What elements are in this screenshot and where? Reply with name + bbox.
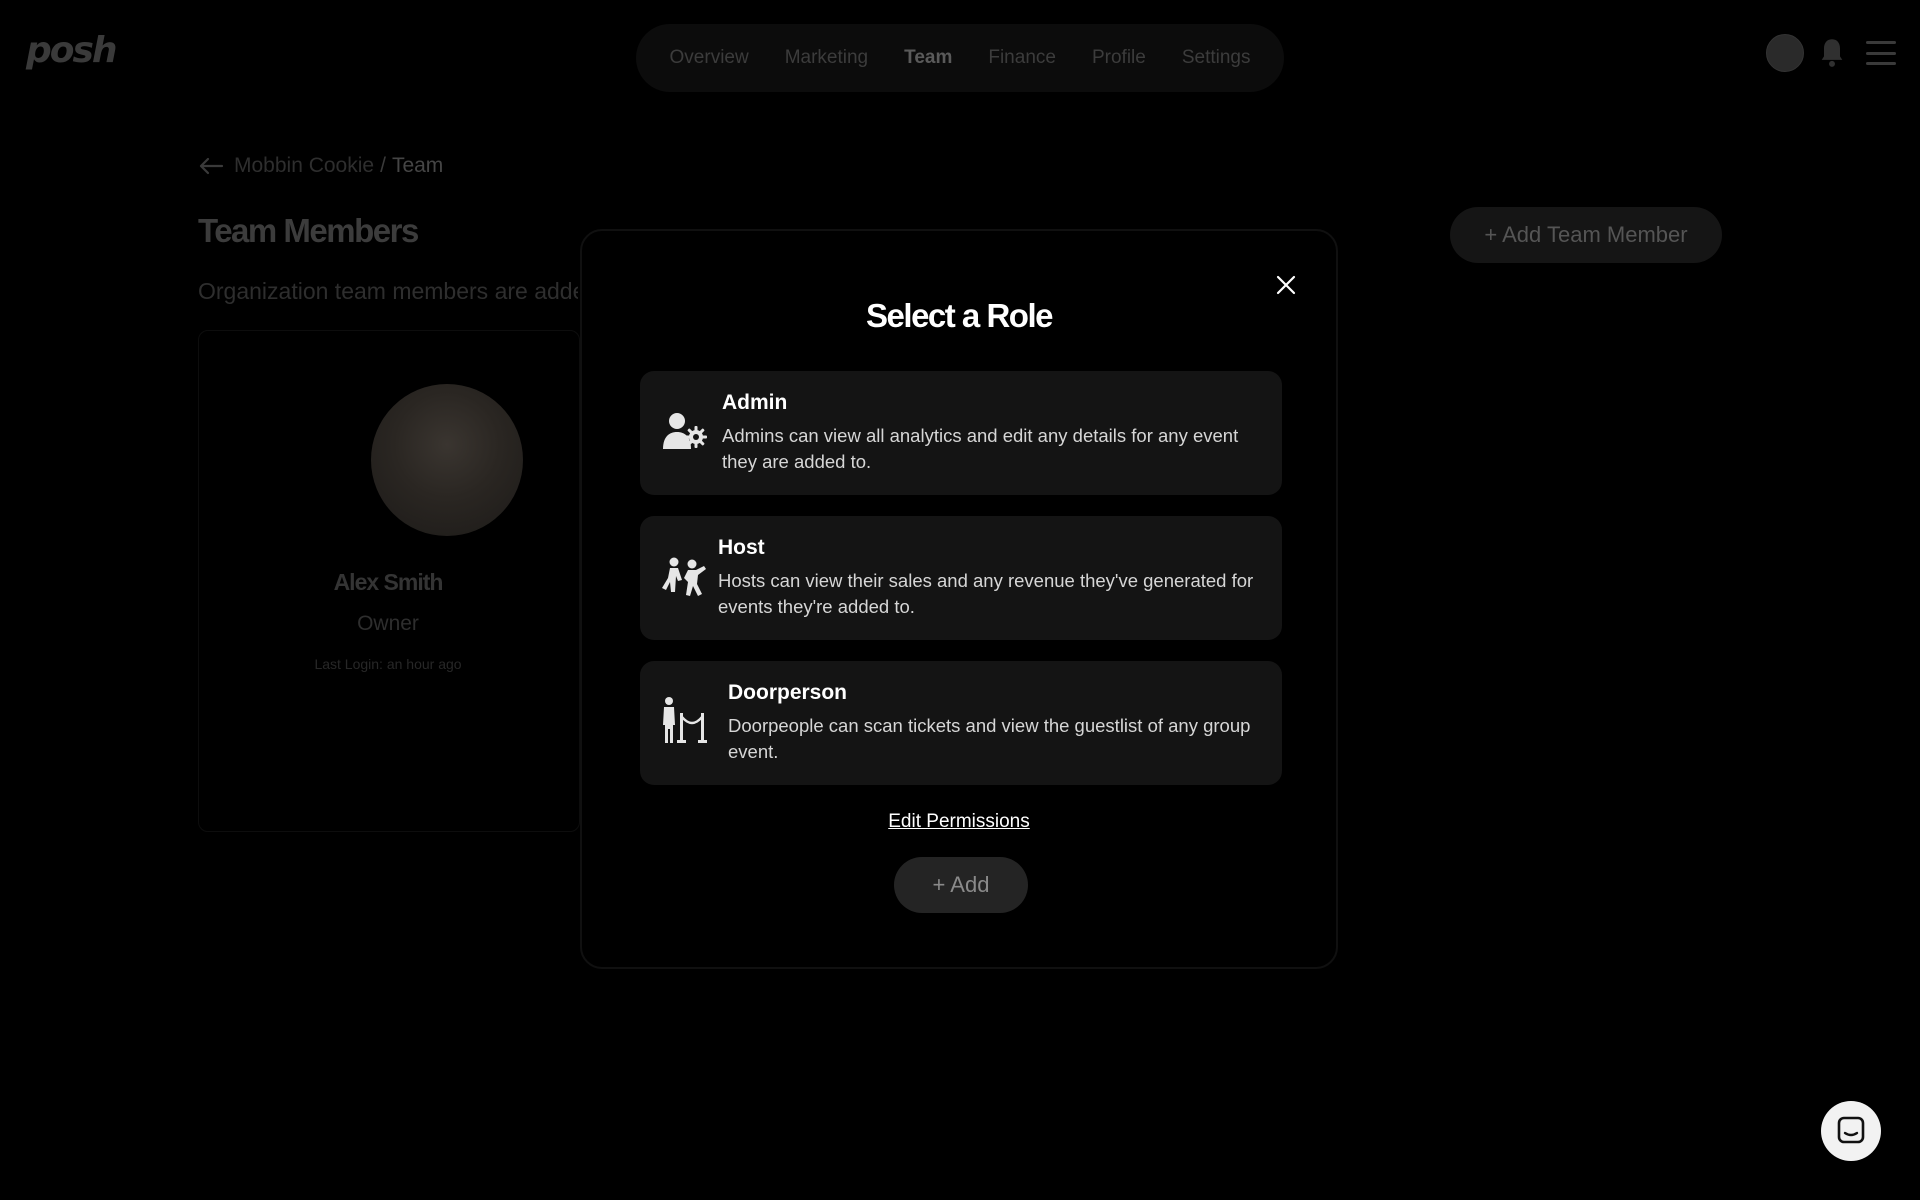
chat-icon (1837, 1116, 1865, 1144)
member-last-login: Last Login: an hour ago (314, 656, 462, 672)
role-description-host: Hosts can view their sales and any reven… (718, 570, 1254, 617)
top-nav: Overview Marketing Team Finance Profile … (636, 24, 1284, 92)
top-right-actions (1766, 34, 1896, 72)
add-role-button[interactable]: + Add (894, 857, 1028, 913)
nav-item-overview[interactable]: Overview (670, 47, 749, 69)
modal-title: Select a Role (866, 297, 1053, 334)
close-icon[interactable] (1274, 273, 1298, 297)
role-name-doorperson: Doorperson (728, 681, 848, 704)
breadcrumb-separator: / (380, 154, 386, 177)
bell-icon[interactable] (1818, 37, 1846, 69)
role-description-doorperson: Doorpeople can scan tickets and view the… (728, 715, 1251, 762)
admin-icon (663, 413, 707, 449)
doorperson-icon (663, 697, 707, 743)
role-name-admin: Admin (722, 391, 788, 414)
nav-item-team[interactable]: Team (904, 47, 952, 69)
breadcrumb-link-org[interactable]: Mobbin Cookie (234, 154, 374, 178)
member-name: Alex Smith (333, 569, 444, 595)
back-arrow-icon[interactable] (198, 156, 224, 176)
user-avatar[interactable] (1766, 34, 1804, 72)
select-role-modal: Select a Role Admin Admins can view all … (580, 229, 1338, 969)
page-description: Organization team members are added to (198, 278, 578, 304)
hamburger-menu-icon[interactable] (1866, 41, 1896, 65)
host-icon (662, 557, 706, 596)
member-role: Owner (357, 612, 419, 635)
add-team-member-button[interactable]: + Add Team Member (1450, 207, 1722, 263)
role-option-admin[interactable]: Admin Admins can view all analytics and … (640, 371, 1282, 495)
nav-item-finance[interactable]: Finance (988, 47, 1056, 69)
nav-item-settings[interactable]: Settings (1182, 47, 1251, 69)
breadcrumb: Mobbin Cookie / Team (198, 154, 443, 178)
edit-permissions-link[interactable]: Edit Permissions (582, 811, 1336, 833)
page-title: Team Members (198, 212, 419, 249)
breadcrumb-current: Team (391, 154, 444, 177)
chat-launcher-button[interactable] (1821, 1101, 1881, 1161)
nav-item-profile[interactable]: Profile (1092, 47, 1146, 69)
role-description-admin: Admins can view all analytics and edit a… (722, 425, 1239, 472)
member-avatar (371, 384, 523, 536)
role-option-doorperson[interactable]: Doorperson Doorpeople can scan tickets a… (640, 661, 1282, 785)
role-name-host: Host (718, 536, 765, 559)
role-option-host[interactable]: Host Hosts can view their sales and any … (640, 516, 1282, 640)
nav-item-marketing[interactable]: Marketing (785, 47, 868, 69)
posh-logo[interactable]: posh (26, 30, 118, 71)
